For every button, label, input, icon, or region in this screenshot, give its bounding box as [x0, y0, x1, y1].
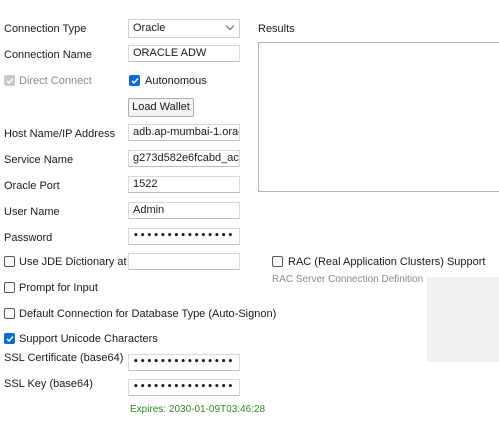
load-wallet-button[interactable]: Load Wallet	[128, 98, 194, 117]
chevron-down-icon	[225, 21, 235, 31]
ssl-key-input[interactable]: •••••••••••••••	[128, 379, 240, 396]
password-input[interactable]: •••••••••••••••	[128, 228, 240, 245]
connection-type-select[interactable]: Oracle	[128, 19, 240, 38]
connection-type-label: Connection Type	[4, 23, 87, 35]
support-unicode-checkbox[interactable]	[4, 333, 15, 344]
default-connection-checkbox[interactable]	[4, 308, 15, 319]
oracle-port-label: Oracle Port	[4, 180, 60, 192]
user-name-label: User Name	[4, 206, 60, 218]
prompt-for-input-label: Prompt for Input	[19, 282, 98, 294]
autonomous-label: Autonomous	[145, 75, 207, 87]
jde-dictionary-checkbox[interactable]	[4, 256, 15, 267]
ssl-expiry-text: Expires: 2030-01-09T03:46:28	[130, 404, 266, 415]
default-connection-label: Default Connection for Database Type (Au…	[19, 308, 277, 320]
rac-definition-label: RAC Server Connection Definition	[272, 274, 424, 285]
rac-support-label: RAC (Real Application Clusters) Support	[288, 256, 486, 268]
results-panel[interactable]	[258, 42, 499, 192]
connection-settings-panel: Connection Type Oracle Results Connectio…	[0, 0, 499, 425]
direct-connect-checkbox[interactable]	[4, 75, 15, 86]
prompt-for-input-checkbox[interactable]	[4, 282, 15, 293]
host-name-input[interactable]: adb.ap-mumbai-1.oraclec	[128, 124, 240, 141]
direct-connect-label: Direct Connect	[19, 75, 92, 87]
connection-type-value: Oracle	[133, 22, 166, 34]
password-label: Password	[4, 232, 53, 244]
check-icon	[6, 336, 14, 343]
service-name-input[interactable]: g273d582e6fcabd_acme	[128, 150, 240, 167]
jde-dictionary-input[interactable]	[128, 253, 240, 270]
user-name-input[interactable]: Admin	[128, 202, 240, 219]
ssl-key-label: SSL Key (base64)	[4, 378, 93, 390]
results-label: Results	[258, 23, 295, 35]
rac-definition-panel	[427, 277, 499, 362]
service-name-label: Service Name	[4, 154, 74, 166]
oracle-port-input[interactable]: 1522	[128, 176, 240, 193]
check-icon	[6, 78, 14, 85]
autonomous-checkbox[interactable]	[129, 75, 140, 86]
connection-name-input[interactable]: ORACLE ADW	[128, 45, 240, 62]
ssl-certificate-input[interactable]: •••••••••••••••	[128, 354, 240, 371]
support-unicode-label: Support Unicode Characters	[19, 333, 158, 345]
check-icon	[131, 78, 139, 85]
host-name-label: Host Name/IP Address	[4, 128, 116, 140]
connection-name-label: Connection Name	[4, 49, 93, 61]
ssl-certificate-label: SSL Certificate (base64)	[4, 352, 124, 364]
jde-dictionary-label: Use JDE Dictionary at	[19, 256, 127, 268]
rac-support-checkbox[interactable]	[272, 256, 283, 267]
